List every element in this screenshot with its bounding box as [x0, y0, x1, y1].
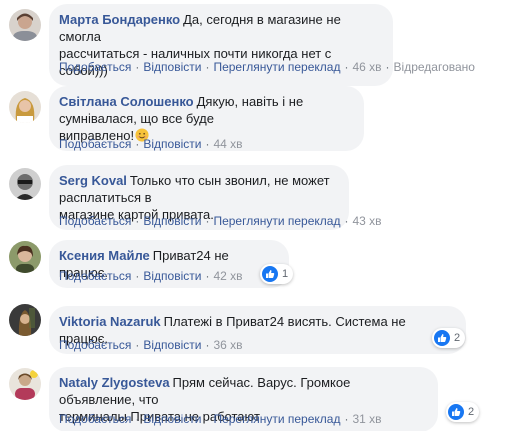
- like-icon: [448, 404, 464, 420]
- like-button[interactable]: Подобається: [59, 60, 131, 74]
- comment-time[interactable]: 44 хв: [213, 137, 242, 151]
- reply-button[interactable]: Відповісти: [143, 269, 201, 283]
- reply-button[interactable]: Відповісти: [143, 214, 201, 228]
- like-button[interactable]: Подобається: [59, 137, 131, 151]
- reply-button[interactable]: Відповісти: [143, 338, 201, 352]
- like-button[interactable]: Подобається: [59, 412, 131, 426]
- avatar[interactable]: [9, 304, 41, 336]
- comment-time[interactable]: 42 хв: [213, 269, 242, 283]
- like-button[interactable]: Подобається: [59, 269, 131, 283]
- comment-actions: Подобається · Відповісти · 42 хв: [59, 269, 243, 283]
- comment-time[interactable]: 46 хв: [352, 60, 381, 74]
- comment-author[interactable]: Serg Koval: [59, 173, 127, 188]
- translate-button[interactable]: Переглянути переклад: [213, 412, 340, 426]
- comment-actions: Подобається · Відповісти · Переглянути перек…: [59, 60, 475, 74]
- reaction-count[interactable]: 2: [432, 328, 466, 348]
- translate-button[interactable]: Переглянути переклад: [213, 214, 340, 228]
- reaction-count[interactable]: 2: [446, 402, 480, 422]
- reply-button[interactable]: Відповісти: [143, 412, 201, 426]
- avatar[interactable]: [9, 368, 41, 400]
- avatar[interactable]: [9, 9, 41, 41]
- comment-author[interactable]: Ксения Майле: [59, 248, 150, 263]
- comment-actions: Подобається · Відповісти · 44 хв: [59, 137, 243, 151]
- avatar[interactable]: [9, 91, 41, 123]
- reply-button[interactable]: Відповісти: [143, 60, 201, 74]
- comment-time[interactable]: 31 хв: [352, 412, 381, 426]
- like-button[interactable]: Подобається: [59, 214, 131, 228]
- comment-actions: Подобається · Відповісти · Переглянути перек…: [59, 412, 382, 426]
- comment-author[interactable]: Марта Бондаренко: [59, 12, 180, 27]
- translate-button[interactable]: Переглянути переклад: [213, 60, 340, 74]
- comment-actions: Подобається · Відповісти · 36 хв: [59, 338, 243, 352]
- comment-author[interactable]: Nataly Zlygosteva: [59, 375, 170, 390]
- avatar[interactable]: [9, 241, 41, 273]
- reply-button[interactable]: Відповісти: [143, 137, 201, 151]
- comment-time[interactable]: 36 хв: [213, 338, 242, 352]
- reaction-number: 2: [468, 406, 475, 418]
- comment-author[interactable]: Viktoria Nazaruk: [59, 314, 161, 329]
- edited-label: Відредаговано: [393, 60, 475, 74]
- reaction-count[interactable]: 1: [260, 264, 294, 284]
- like-icon: [262, 266, 278, 282]
- comment-actions: Подобається · Відповісти · Переглянути перек…: [59, 214, 382, 228]
- like-icon: [434, 330, 450, 346]
- comment-author[interactable]: Світлана Солошенко: [59, 94, 194, 109]
- comment-time[interactable]: 43 хв: [352, 214, 381, 228]
- reaction-number: 1: [282, 268, 289, 280]
- like-button[interactable]: Подобається: [59, 338, 131, 352]
- avatar[interactable]: [9, 168, 41, 200]
- reaction-number: 2: [454, 332, 461, 344]
